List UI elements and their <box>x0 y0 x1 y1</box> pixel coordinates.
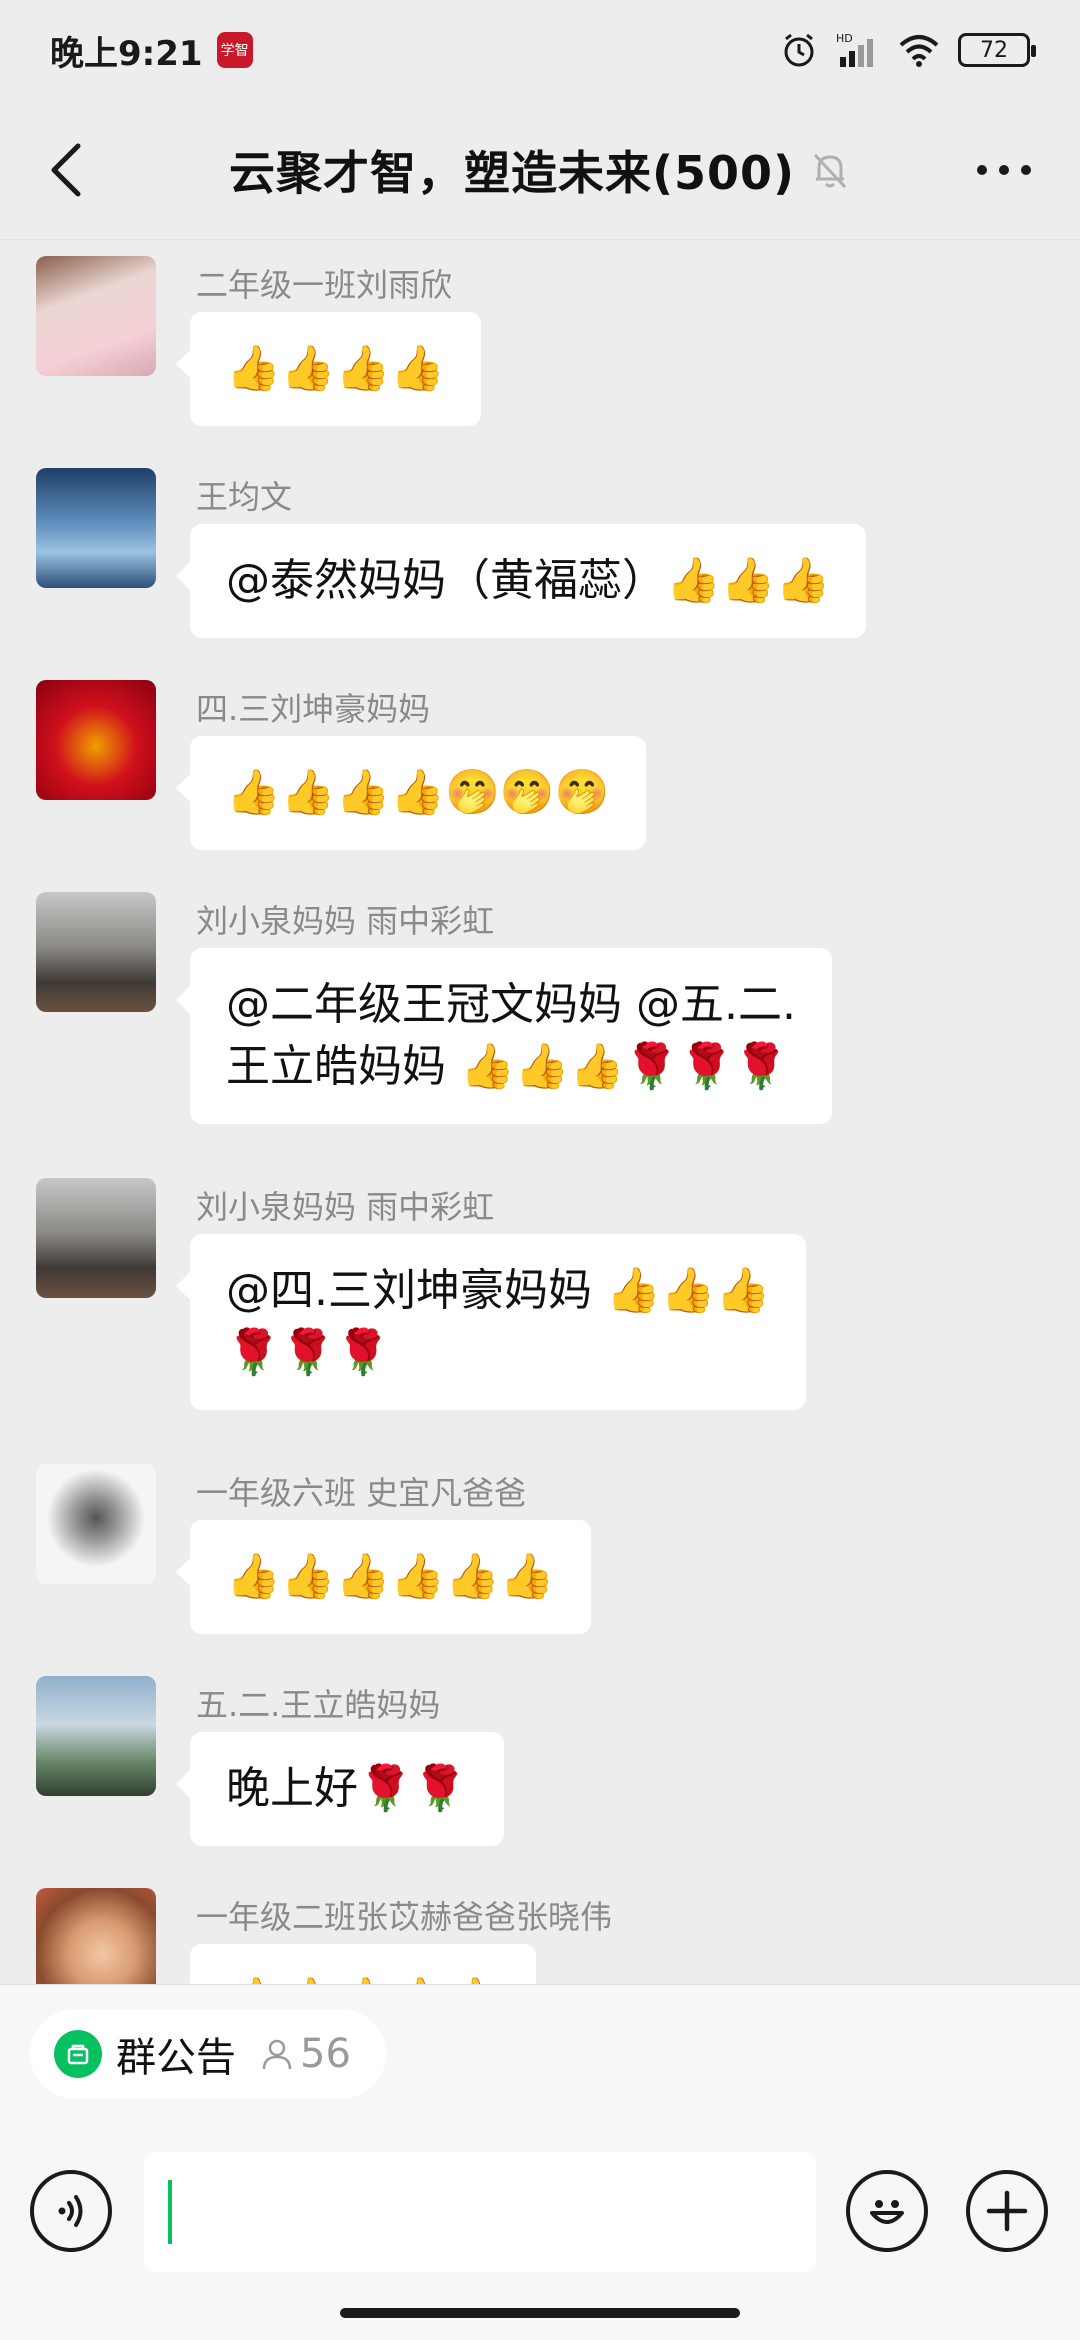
battery-level: 72 <box>980 37 1008 63</box>
sender-name: 一年级六班 史宜凡爸爸 <box>196 1474 527 1512</box>
more-button[interactable] <box>964 140 1044 200</box>
message-bubble[interactable]: @泰然妈妈（黄福蕊）👍👍👍 <box>175 524 867 638</box>
avatar[interactable] <box>36 892 156 1012</box>
avatar[interactable] <box>36 468 156 588</box>
sender-name: 王均文 <box>196 478 293 516</box>
home-indicator <box>340 2308 740 2318</box>
input-bar <box>0 2124 1080 2340</box>
message-text: 👍👍👍👍👍👍 <box>226 1551 555 1602</box>
hd-label: HD <box>836 32 853 45</box>
notice-icon <box>54 2030 102 2078</box>
notice-bar: 群公告 56 <box>0 1984 1080 2124</box>
wifi-icon <box>899 35 939 67</box>
chevron-left-icon <box>51 143 81 197</box>
message-text: 👍👍👍👍👍 <box>226 1970 500 1984</box>
message-text: 🌹🌹🌹 <box>226 1327 391 1378</box>
message-text: 👍👍👍👍🤭🤭🤭 <box>226 767 610 818</box>
message-bubble[interactable]: @四.三刘坤豪妈妈 👍👍👍 🌹🌹🌹 <box>175 1234 807 1410</box>
message-input[interactable] <box>144 2152 816 2272</box>
emoji-icon <box>870 2200 904 2224</box>
message-bubble[interactable]: 👍👍👍👍 <box>175 312 482 426</box>
message-text: 👍👍👍👍 <box>226 343 446 394</box>
title-wrap: 云聚才智，塑造未来(500) <box>229 137 851 203</box>
emoji-button[interactable] <box>846 2170 928 2252</box>
member-count-value: 56 <box>300 2031 351 2077</box>
avatar[interactable] <box>36 1676 156 1796</box>
sender-name: 刘小泉妈妈 雨中彩虹 <box>196 902 495 940</box>
battery-indicator: 72 <box>958 33 1036 67</box>
avatar[interactable] <box>36 1464 156 1584</box>
status-indicators: HD 72 <box>780 31 1036 69</box>
message-text: @二年级王冠文妈妈 @五.二. <box>226 979 796 1030</box>
sender-name: 刘小泉妈妈 雨中彩虹 <box>196 1188 495 1226</box>
more-dots-icon <box>977 165 1031 175</box>
app-notification-icon: 学智 <box>216 32 253 68</box>
sender-name: 二年级一班刘雨欣 <box>196 266 453 304</box>
avatar[interactable] <box>36 680 156 800</box>
message-bubble[interactable]: @二年级王冠文妈妈 @五.二. 王立皓妈妈 👍👍👍🌹🌹🌹 <box>176 948 832 1124</box>
message-bubble[interactable]: 👍👍👍👍🤭🤭🤭 <box>176 736 646 850</box>
status-bar: 晚上9:21 学智 HD 72 <box>0 0 1080 100</box>
alarm-icon <box>784 33 814 67</box>
avatar[interactable] <box>36 1888 156 1984</box>
status-time: 晚上9:21 <box>50 33 203 74</box>
message-text: @泰然妈妈（黄福蕊）👍👍👍 <box>226 555 831 606</box>
sender-name: 一年级二班张苡赫爸爸张晓伟 <box>196 1898 613 1936</box>
message-text: @四.三刘坤豪妈妈 👍👍👍 <box>226 1265 771 1316</box>
avatar[interactable] <box>36 256 156 376</box>
message-bubble[interactable]: 👍👍👍👍👍👍 <box>176 1520 591 1634</box>
message-text: 王立皓妈妈 👍👍👍🌹🌹🌹 <box>226 1041 789 1092</box>
chat-header: 云聚才智，塑造未来(500) <box>0 100 1080 240</box>
message-bubble[interactable]: 晚上好🌹🌹 <box>176 1732 504 1846</box>
notice-label: 群公告 <box>116 2035 236 2081</box>
message-text: 晚上好🌹🌹 <box>226 1763 468 1814</box>
group-title: 云聚才智，塑造未来(500) <box>228 145 796 200</box>
signal-icon: HD <box>836 32 873 67</box>
sender-name: 五.二.王立皓妈妈 <box>196 1686 441 1724</box>
bell-muted-icon <box>813 153 847 188</box>
member-count: 56 <box>260 2031 351 2077</box>
back-button[interactable] <box>36 138 96 202</box>
voice-button[interactable] <box>30 2170 112 2252</box>
group-notice-button[interactable]: 群公告 56 <box>30 2009 386 2099</box>
sender-name: 四.三刘坤豪妈妈 <box>196 690 431 728</box>
message-bubble[interactable]: 👍👍👍👍👍 <box>176 1944 536 1984</box>
chat-message-list[interactable]: 二年级一班刘雨欣 👍👍👍👍 王均文 @泰然妈妈（黄福蕊）👍👍👍 四.三刘坤豪妈妈… <box>0 240 1080 1984</box>
person-icon <box>262 2039 292 2070</box>
add-button[interactable] <box>966 2170 1048 2252</box>
voice-icon <box>58 2195 83 2227</box>
avatar[interactable] <box>36 1178 156 1298</box>
plus-icon <box>986 2190 1028 2232</box>
text-caret <box>168 2180 172 2244</box>
